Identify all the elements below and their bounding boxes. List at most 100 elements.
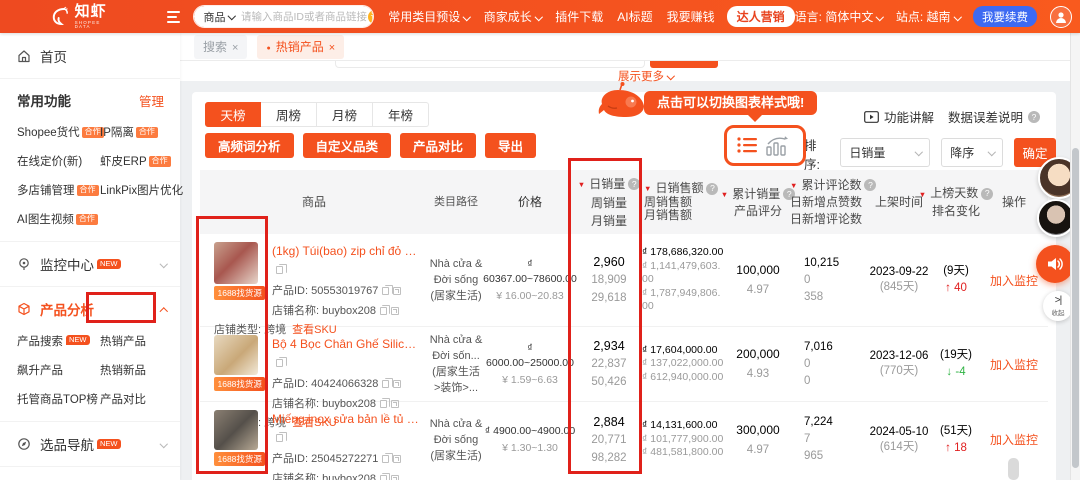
- tab-hot-products[interactable]: 热销产品×: [257, 34, 345, 59]
- copy-icon[interactable]: [276, 431, 287, 442]
- sort-order-select[interactable]: 降序: [941, 138, 1004, 167]
- view-toggle-group: [732, 131, 794, 159]
- quick-link[interactable]: 多店铺管理 合作: [17, 182, 100, 198]
- page-scrollbar[interactable]: [1070, 33, 1080, 480]
- filter-button-partial[interactable]: [650, 61, 718, 68]
- col-header-revenue[interactable]: 日销售额? 周销售额 月销售额: [642, 181, 728, 223]
- nav-item-ai-title[interactable]: AI标题: [617, 8, 652, 25]
- tab-search[interactable]: 搜索 ×: [194, 34, 248, 59]
- copy-icon[interactable]: [382, 377, 393, 388]
- custom-category-button[interactable]: 自定义品类: [302, 133, 392, 158]
- search-input[interactable]: 请输入商品ID或者商品链接: [241, 9, 367, 24]
- product-image[interactable]: [214, 242, 258, 284]
- source-1688-badge[interactable]: 1688找货源: [214, 286, 266, 300]
- product-title-link[interactable]: Bộ 4 Bọc Chân Ghế Silicon HOME...: [272, 337, 422, 351]
- coop-badge: 合作: [135, 126, 158, 138]
- product-cell: 1688找货源 (1kg) Túi(bao) zip chỉ đỏ chất l…: [200, 234, 428, 336]
- nav-item-plugin-download[interactable]: 插件下载: [555, 8, 603, 25]
- data-error-note-link[interactable]: 数据误差说明 ?: [948, 107, 1040, 126]
- export-button[interactable]: 导出: [485, 133, 537, 158]
- quick-link[interactable]: 在线定价(新): [17, 153, 100, 169]
- copy-icon[interactable]: [276, 263, 287, 274]
- sidebar-item-home[interactable]: 首页: [0, 33, 180, 78]
- product-title-link[interactable]: Miếng inox sửa bản lề tủ gỗ & thép...: [272, 412, 422, 426]
- close-icon[interactable]: ×: [232, 42, 238, 54]
- sidebar-section-selection-nav[interactable]: 选品导航 NEW: [0, 422, 180, 466]
- quick-link[interactable]: IP隔离 合作: [100, 124, 183, 140]
- sort-field-select[interactable]: 日销量: [840, 138, 931, 167]
- external-link-icon[interactable]: [393, 287, 402, 295]
- manage-link[interactable]: 管理: [139, 91, 164, 110]
- high-freq-words-button[interactable]: 高频词分析: [205, 133, 294, 158]
- add-monitor-link[interactable]: 加入监控: [990, 272, 1038, 289]
- chevron-down-icon: [985, 146, 995, 160]
- col-header-reviews[interactable]: 累计评论数? 日新增点赞数 日新增评论数: [788, 176, 877, 228]
- copy-icon[interactable]: [276, 356, 287, 367]
- tab-day-rank[interactable]: 天榜: [205, 102, 261, 127]
- language-select[interactable]: 语言: 简体中文: [795, 8, 883, 25]
- tab-week-rank[interactable]: 周榜: [261, 102, 317, 127]
- sidebar-section-shop-analysis[interactable]: 店铺分析: [0, 467, 180, 480]
- quick-link[interactable]: LinkPix图片优化: [100, 182, 183, 198]
- translate-icon[interactable]: 译: [366, 8, 374, 25]
- product-image[interactable]: [214, 410, 258, 450]
- sidebar-section-product-analysis[interactable]: 产品分析: [0, 287, 180, 331]
- site-select[interactable]: 站点: 越南: [896, 8, 960, 25]
- collapse-button[interactable]: >| 收起: [1043, 291, 1073, 321]
- tab-year-rank[interactable]: 年榜: [373, 102, 429, 127]
- source-1688-badge[interactable]: 1688找货源: [214, 377, 266, 391]
- list-view-icon[interactable]: [736, 135, 758, 155]
- sidebar-item-product-search[interactable]: 产品搜索 NEW: [17, 333, 100, 349]
- app-logo[interactable]: 知虾 SHOPEE DATA: [50, 4, 109, 30]
- search-category-select[interactable]: 商品: [203, 9, 235, 25]
- copy-icon[interactable]: [379, 304, 391, 315]
- sidebar-item-hot-new-products[interactable]: 热销新品: [100, 362, 176, 378]
- external-link-icon[interactable]: [393, 455, 402, 463]
- product-image[interactable]: [214, 335, 258, 375]
- sidebar-item-rising-products[interactable]: 飙升产品: [17, 362, 100, 378]
- table-row: 1688找货源 Bộ 4 Bọc Chân Ghế Silicon HOME..…: [200, 327, 1048, 429]
- col-header-sales[interactable]: 日销量? 周销量 月销量: [576, 174, 642, 230]
- source-1688-badge[interactable]: 1688找货源: [214, 452, 266, 466]
- nav-item-earn-money[interactable]: 我要赚钱: [667, 8, 715, 25]
- quick-link[interactable]: Shopee货代 合作: [17, 124, 104, 140]
- external-link-icon[interactable]: [390, 307, 399, 315]
- quick-link[interactable]: 虾皮ERP 合作: [100, 153, 183, 169]
- announcement-speaker-button[interactable]: [1036, 245, 1074, 283]
- copy-icon[interactable]: [382, 452, 393, 463]
- product-compare-button[interactable]: 产品对比: [400, 133, 477, 158]
- external-link-icon[interactable]: [393, 380, 402, 388]
- chevron-up-icon: [157, 302, 167, 316]
- copy-icon[interactable]: [379, 472, 391, 480]
- user-avatar[interactable]: [1050, 5, 1072, 28]
- add-monitor-link[interactable]: 加入监控: [990, 431, 1038, 448]
- sort-desc-icon: [919, 185, 927, 203]
- sidebar-section-monitor-center[interactable]: 监控中心 NEW: [0, 242, 180, 286]
- close-icon[interactable]: ×: [329, 42, 335, 54]
- copy-icon[interactable]: [379, 397, 391, 408]
- quick-link[interactable]: AI图生视频 合作: [17, 211, 100, 227]
- nav-item-category-preset[interactable]: 常用类目预设: [388, 8, 470, 25]
- product-title-link[interactable]: (1kg) Túi(bao) zip chỉ đỏ chất liệu p...: [272, 244, 422, 258]
- sidebar-item-managed-top[interactable]: 托管商品TOP榜: [17, 391, 100, 407]
- nav-item-merchant-growth[interactable]: 商家成长: [484, 8, 542, 25]
- chart-view-icon[interactable]: [766, 135, 790, 156]
- question-icon: ?: [864, 179, 877, 191]
- table-scrollbar-thumb[interactable]: [1008, 458, 1019, 480]
- renew-button[interactable]: 我要续费: [973, 6, 1037, 27]
- add-monitor-link[interactable]: 加入监控: [990, 356, 1038, 373]
- scrollbar-thumb[interactable]: [1072, 148, 1079, 468]
- external-link-icon[interactable]: [390, 400, 399, 408]
- sales-cell: 2,884 20,771 98,282: [591, 414, 627, 464]
- tab-month-rank[interactable]: 月榜: [317, 102, 373, 127]
- talent-marketing-button[interactable]: 达人营销: [726, 6, 795, 27]
- sidebar-item-hot-products[interactable]: 热销产品: [100, 333, 176, 349]
- menu-collapse-icon[interactable]: [167, 10, 181, 23]
- external-link-icon[interactable]: [390, 475, 399, 480]
- sidebar-item-product-compare[interactable]: 产品对比: [100, 391, 176, 407]
- feature-guide-link[interactable]: 功能讲解: [864, 107, 934, 126]
- col-header-cumulative[interactable]: 累计销量? 产品评分: [728, 185, 796, 219]
- col-header-rank-days[interactable]: 上榜天数? 排名变化: [930, 185, 994, 220]
- copy-icon[interactable]: [382, 284, 393, 295]
- table-header: 商品 类目路径 价格 日销量? 周销量 月销量 日销售额? 周销售额 月销售额 …: [200, 170, 1048, 234]
